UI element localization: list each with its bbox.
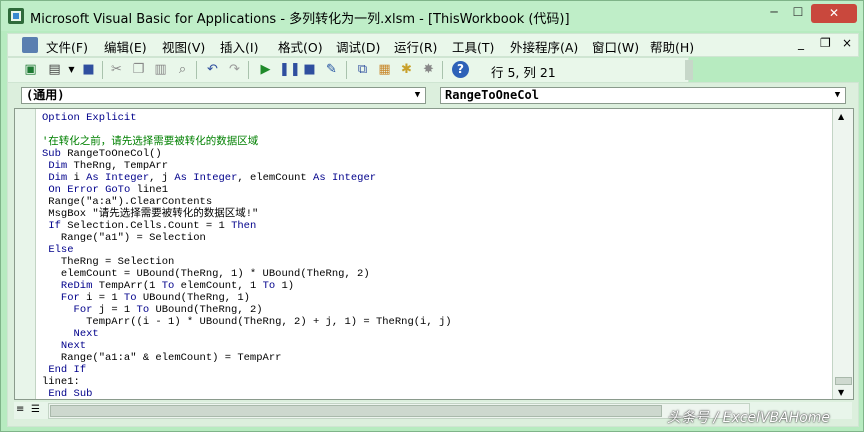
toolbar-separator bbox=[102, 61, 103, 79]
menu-file[interactable]: 文件(F) bbox=[46, 37, 88, 56]
menu-tools[interactable]: 工具(T) bbox=[452, 37, 494, 56]
code-line[interactable]: '在转化之前，请先选择需要被转化的数据区域 bbox=[42, 136, 822, 148]
find-icon[interactable]: ⌕ bbox=[174, 61, 191, 78]
standard-toolbar: ▣ ▤ ▼ ■ ✂ ❐ ▥ ⌕ ↶ ↷ ▶ ❚❚ ■ ✎ ⧉ ▦ ✱ ✸ ? 行… bbox=[7, 57, 693, 83]
insert-module-icon[interactable]: ▤ bbox=[46, 61, 63, 78]
code-line[interactable]: line1: bbox=[42, 376, 822, 388]
code-line[interactable]: Range("a1:a" & elemCount) = TempArr bbox=[42, 352, 822, 364]
code-line[interactable]: ReDim TempArr(1 To elemCount, 1 To 1) bbox=[42, 280, 822, 292]
code-line[interactable]: Sub RangeToOneCol() bbox=[42, 148, 822, 160]
watermark: 头条号 / ExcelVBAHome bbox=[667, 410, 831, 426]
save-icon[interactable]: ■ bbox=[80, 61, 97, 78]
code-line[interactable]: TempArr((i - 1) * UBound(TheRng, 2) + j,… bbox=[42, 316, 822, 328]
code-line[interactable]: For j = 1 To UBound(TheRng, 2) bbox=[42, 304, 822, 316]
procedure-dropdown[interactable]: RangeToOneCol ▼ bbox=[440, 87, 846, 104]
code-line[interactable]: elemCount = UBound(TheRng, 1) * UBound(T… bbox=[42, 268, 822, 280]
vertical-scrollbar[interactable]: ▲ ▼ bbox=[832, 109, 853, 399]
code-line[interactable]: TheRng = Selection bbox=[42, 256, 822, 268]
close-button[interactable]: ✕ bbox=[811, 4, 857, 23]
menu-addins[interactable]: 外接程序(A) bbox=[510, 37, 578, 56]
toolbox-icon[interactable]: ✸ bbox=[420, 61, 437, 78]
toolbar-separator bbox=[248, 61, 249, 79]
code-window: (通用) ▼ RangeToOneCol ▼ Option Explicit '在… bbox=[7, 82, 859, 427]
excel-icon[interactable]: ▣ bbox=[22, 61, 39, 78]
procedure-view-icon[interactable]: ≡ bbox=[16, 404, 27, 415]
menu-format[interactable]: 格式(O) bbox=[278, 37, 323, 56]
window-title: Microsoft Visual Basic for Applications … bbox=[30, 12, 570, 27]
break-icon[interactable]: ❚❚ bbox=[279, 61, 301, 78]
code-line[interactable]: Range("a1") = Selection bbox=[42, 232, 822, 244]
full-module-view-icon[interactable]: ☰ bbox=[31, 404, 42, 415]
minimize-button[interactable]: ─ bbox=[764, 5, 784, 20]
menu-bar: 文件(F) 编辑(E) 视图(V) 插入(I) 格式(O) 调试(D) 运行(R… bbox=[7, 33, 859, 57]
title-bar: Microsoft Visual Basic for Applications … bbox=[1, 1, 863, 31]
code-line[interactable]: MsgBox "请先选择需要被转化的数据区域!" bbox=[42, 208, 822, 220]
menu-window[interactable]: 窗口(W) bbox=[592, 37, 639, 56]
design-mode-icon[interactable]: ✎ bbox=[323, 61, 340, 78]
menu-help[interactable]: 帮助(H) bbox=[650, 37, 694, 56]
menu-debug[interactable]: 调试(D) bbox=[336, 37, 380, 56]
code-line[interactable]: Next bbox=[42, 340, 822, 352]
code-line[interactable]: On Error GoTo line1 bbox=[42, 184, 822, 196]
toolbar-overflow-handle[interactable] bbox=[685, 60, 693, 80]
code-line[interactable]: End Sub bbox=[42, 388, 822, 400]
code-line[interactable]: End If bbox=[42, 364, 822, 376]
undo-icon[interactable]: ↶ bbox=[204, 61, 221, 78]
code-line[interactable]: For i = 1 To UBound(TheRng, 1) bbox=[42, 292, 822, 304]
code-line[interactable]: Dim i As Integer, j As Integer, elemCoun… bbox=[42, 172, 822, 184]
code-line[interactable]: Else bbox=[42, 244, 822, 256]
copy-icon[interactable]: ❐ bbox=[130, 61, 147, 78]
menu-edit[interactable]: 编辑(E) bbox=[104, 37, 147, 56]
code-window-icon[interactable] bbox=[22, 37, 38, 53]
code-line[interactable]: Dim TheRng, TempArr bbox=[42, 160, 822, 172]
reset-icon[interactable]: ■ bbox=[301, 61, 318, 78]
mdi-restore-button[interactable]: ❐ bbox=[820, 36, 831, 50]
scrollbar-thumb[interactable] bbox=[835, 377, 852, 385]
vba-editor-window: Microsoft Visual Basic for Applications … bbox=[0, 0, 864, 432]
mdi-close-button[interactable]: × bbox=[842, 36, 852, 50]
horizontal-scrollbar[interactable] bbox=[48, 403, 750, 419]
object-dropdown-value: (通用) bbox=[26, 88, 65, 102]
redo-icon[interactable]: ↷ bbox=[226, 61, 243, 78]
margin-indicator-bar[interactable] bbox=[15, 109, 36, 399]
menu-view[interactable]: 视图(V) bbox=[162, 37, 205, 56]
mdi-minimize-button[interactable]: _ bbox=[798, 36, 804, 50]
menu-insert[interactable]: 插入(I) bbox=[220, 37, 258, 56]
cursor-position: 行 5, 列 21 bbox=[491, 65, 556, 80]
procedure-dropdown-value: RangeToOneCol bbox=[445, 88, 539, 102]
chevron-down-icon[interactable]: ▼ bbox=[411, 89, 424, 102]
code-line[interactable] bbox=[42, 124, 822, 136]
project-explorer-icon[interactable]: ⧉ bbox=[354, 61, 371, 78]
chevron-down-icon[interactable]: ▼ bbox=[831, 89, 844, 102]
code-line[interactable]: Option Explicit bbox=[42, 112, 822, 124]
help-icon[interactable]: ? bbox=[452, 61, 469, 78]
code-line[interactable]: Range("a:a").ClearContents bbox=[42, 196, 822, 208]
code-line[interactable]: If Selection.Cells.Count = 1 Then bbox=[42, 220, 822, 232]
vba-app-icon bbox=[8, 8, 24, 24]
code-editor[interactable]: Option Explicit '在转化之前，请先选择需要被转化的数据区域 Sub … bbox=[14, 108, 854, 400]
object-browser-icon[interactable]: ✱ bbox=[398, 61, 415, 78]
code-text[interactable]: Option Explicit '在转化之前，请先选择需要被转化的数据区域 Sub … bbox=[42, 112, 822, 400]
paste-icon[interactable]: ▥ bbox=[152, 61, 169, 78]
code-line[interactable]: Next bbox=[42, 328, 822, 340]
horizontal-scrollbar-thumb[interactable] bbox=[50, 405, 662, 417]
cut-icon[interactable]: ✂ bbox=[108, 61, 125, 78]
maximize-button[interactable]: ☐ bbox=[788, 5, 808, 20]
properties-icon[interactable]: ▦ bbox=[376, 61, 393, 78]
scroll-down-icon[interactable]: ▼ bbox=[838, 388, 844, 397]
object-dropdown[interactable]: (通用) ▼ bbox=[21, 87, 426, 104]
toolbar-separator bbox=[196, 61, 197, 79]
run-icon[interactable]: ▶ bbox=[257, 61, 274, 78]
toolbar-separator bbox=[442, 61, 443, 79]
scroll-up-icon[interactable]: ▲ bbox=[838, 112, 844, 121]
menu-run[interactable]: 运行(R) bbox=[394, 37, 437, 56]
toolbar-separator bbox=[346, 61, 347, 79]
chevron-down-icon[interactable]: ▼ bbox=[63, 61, 80, 78]
